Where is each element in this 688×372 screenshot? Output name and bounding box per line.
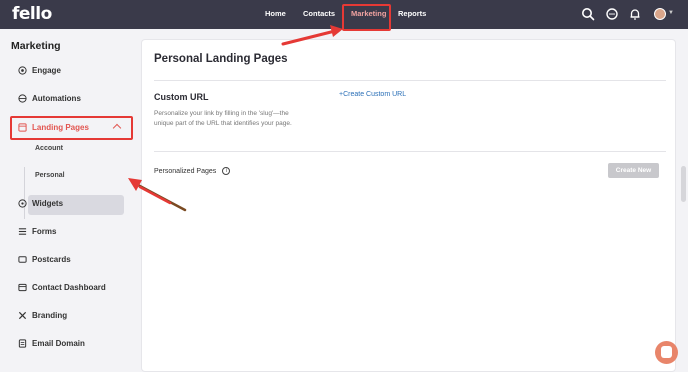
search-icon[interactable]: [581, 7, 595, 21]
avatar-chevron-down-icon[interactable]: ▼: [668, 10, 674, 16]
sidebar-item-branding[interactable]: Branding: [18, 311, 67, 320]
sidebar-item-automations[interactable]: Automations: [18, 94, 81, 103]
divider: [154, 80, 666, 81]
sidebar-item-label: Contact Dashboard: [32, 283, 106, 292]
sidebar-item-forms[interactable]: Forms: [18, 227, 56, 236]
sidebar-item-widgets[interactable]: Widgets: [18, 199, 63, 208]
fello-logo[interactable]: fello: [12, 4, 52, 24]
sidebar-subitem-account[interactable]: Account: [35, 145, 63, 152]
custom-url-description: Personalize your link by filling in the …: [154, 110, 292, 127]
nav-reports[interactable]: Reports: [398, 9, 426, 18]
help-chat-button[interactable]: [655, 341, 678, 364]
automations-icon: [18, 94, 27, 103]
create-custom-url-link[interactable]: +Create Custom URL: [339, 91, 406, 98]
sidebar-item-label: Branding: [32, 311, 68, 320]
chat-bubble-icon: [661, 346, 672, 358]
widgets-icon: [18, 199, 27, 208]
main-content-card: Personal Landing Pages Custom URL Person…: [141, 39, 676, 372]
custom-url-title: Custom URL: [154, 92, 209, 102]
sidebar-item-label: Engage: [32, 66, 61, 75]
submenu-guide-line: [24, 167, 25, 219]
sidebar-item-label: Email Domain: [32, 339, 85, 348]
sidebar-item-contact-dashboard[interactable]: Contact Dashboard: [18, 283, 106, 292]
sidebar-title: Marketing: [11, 40, 61, 52]
personalized-pages-label: Personalized Pages i: [154, 167, 231, 175]
sidebar: Marketing Engage Automations Landing Pag…: [0, 29, 140, 372]
nav-home[interactable]: Home: [265, 9, 286, 18]
sidebar-item-engage[interactable]: Engage: [18, 66, 61, 75]
bell-icon[interactable]: [628, 7, 642, 21]
annotation-highlight-marketing: [342, 4, 391, 31]
avatar[interactable]: [654, 8, 666, 20]
sidebar-item-label: Widgets: [32, 199, 64, 208]
personalized-pages-text: Personalized Pages: [154, 167, 217, 175]
chat-icon[interactable]: [605, 7, 619, 21]
engage-icon: [18, 66, 27, 75]
sidebar-item-label: Postcards: [32, 255, 71, 264]
contact-dashboard-icon: [18, 283, 27, 292]
nav-contacts[interactable]: Contacts: [303, 9, 335, 18]
sidebar-item-email-domain[interactable]: Email Domain: [18, 339, 85, 348]
sidebar-item-postcards[interactable]: Postcards: [18, 255, 71, 264]
postcards-icon: [18, 256, 27, 263]
sidebar-item-label: Automations: [32, 94, 81, 103]
create-new-button[interactable]: Create New: [608, 163, 659, 178]
forms-icon: [18, 228, 27, 235]
scrollbar[interactable]: [681, 166, 686, 202]
divider: [154, 151, 666, 152]
sidebar-subitem-personal[interactable]: Personal: [35, 172, 65, 179]
page-title: Personal Landing Pages: [154, 53, 288, 65]
info-icon[interactable]: i: [222, 167, 231, 175]
branding-icon: [18, 311, 27, 320]
email-domain-icon: [18, 339, 27, 348]
sidebar-item-label: Forms: [32, 227, 57, 236]
annotation-highlight-landing-pages: [10, 116, 133, 140]
